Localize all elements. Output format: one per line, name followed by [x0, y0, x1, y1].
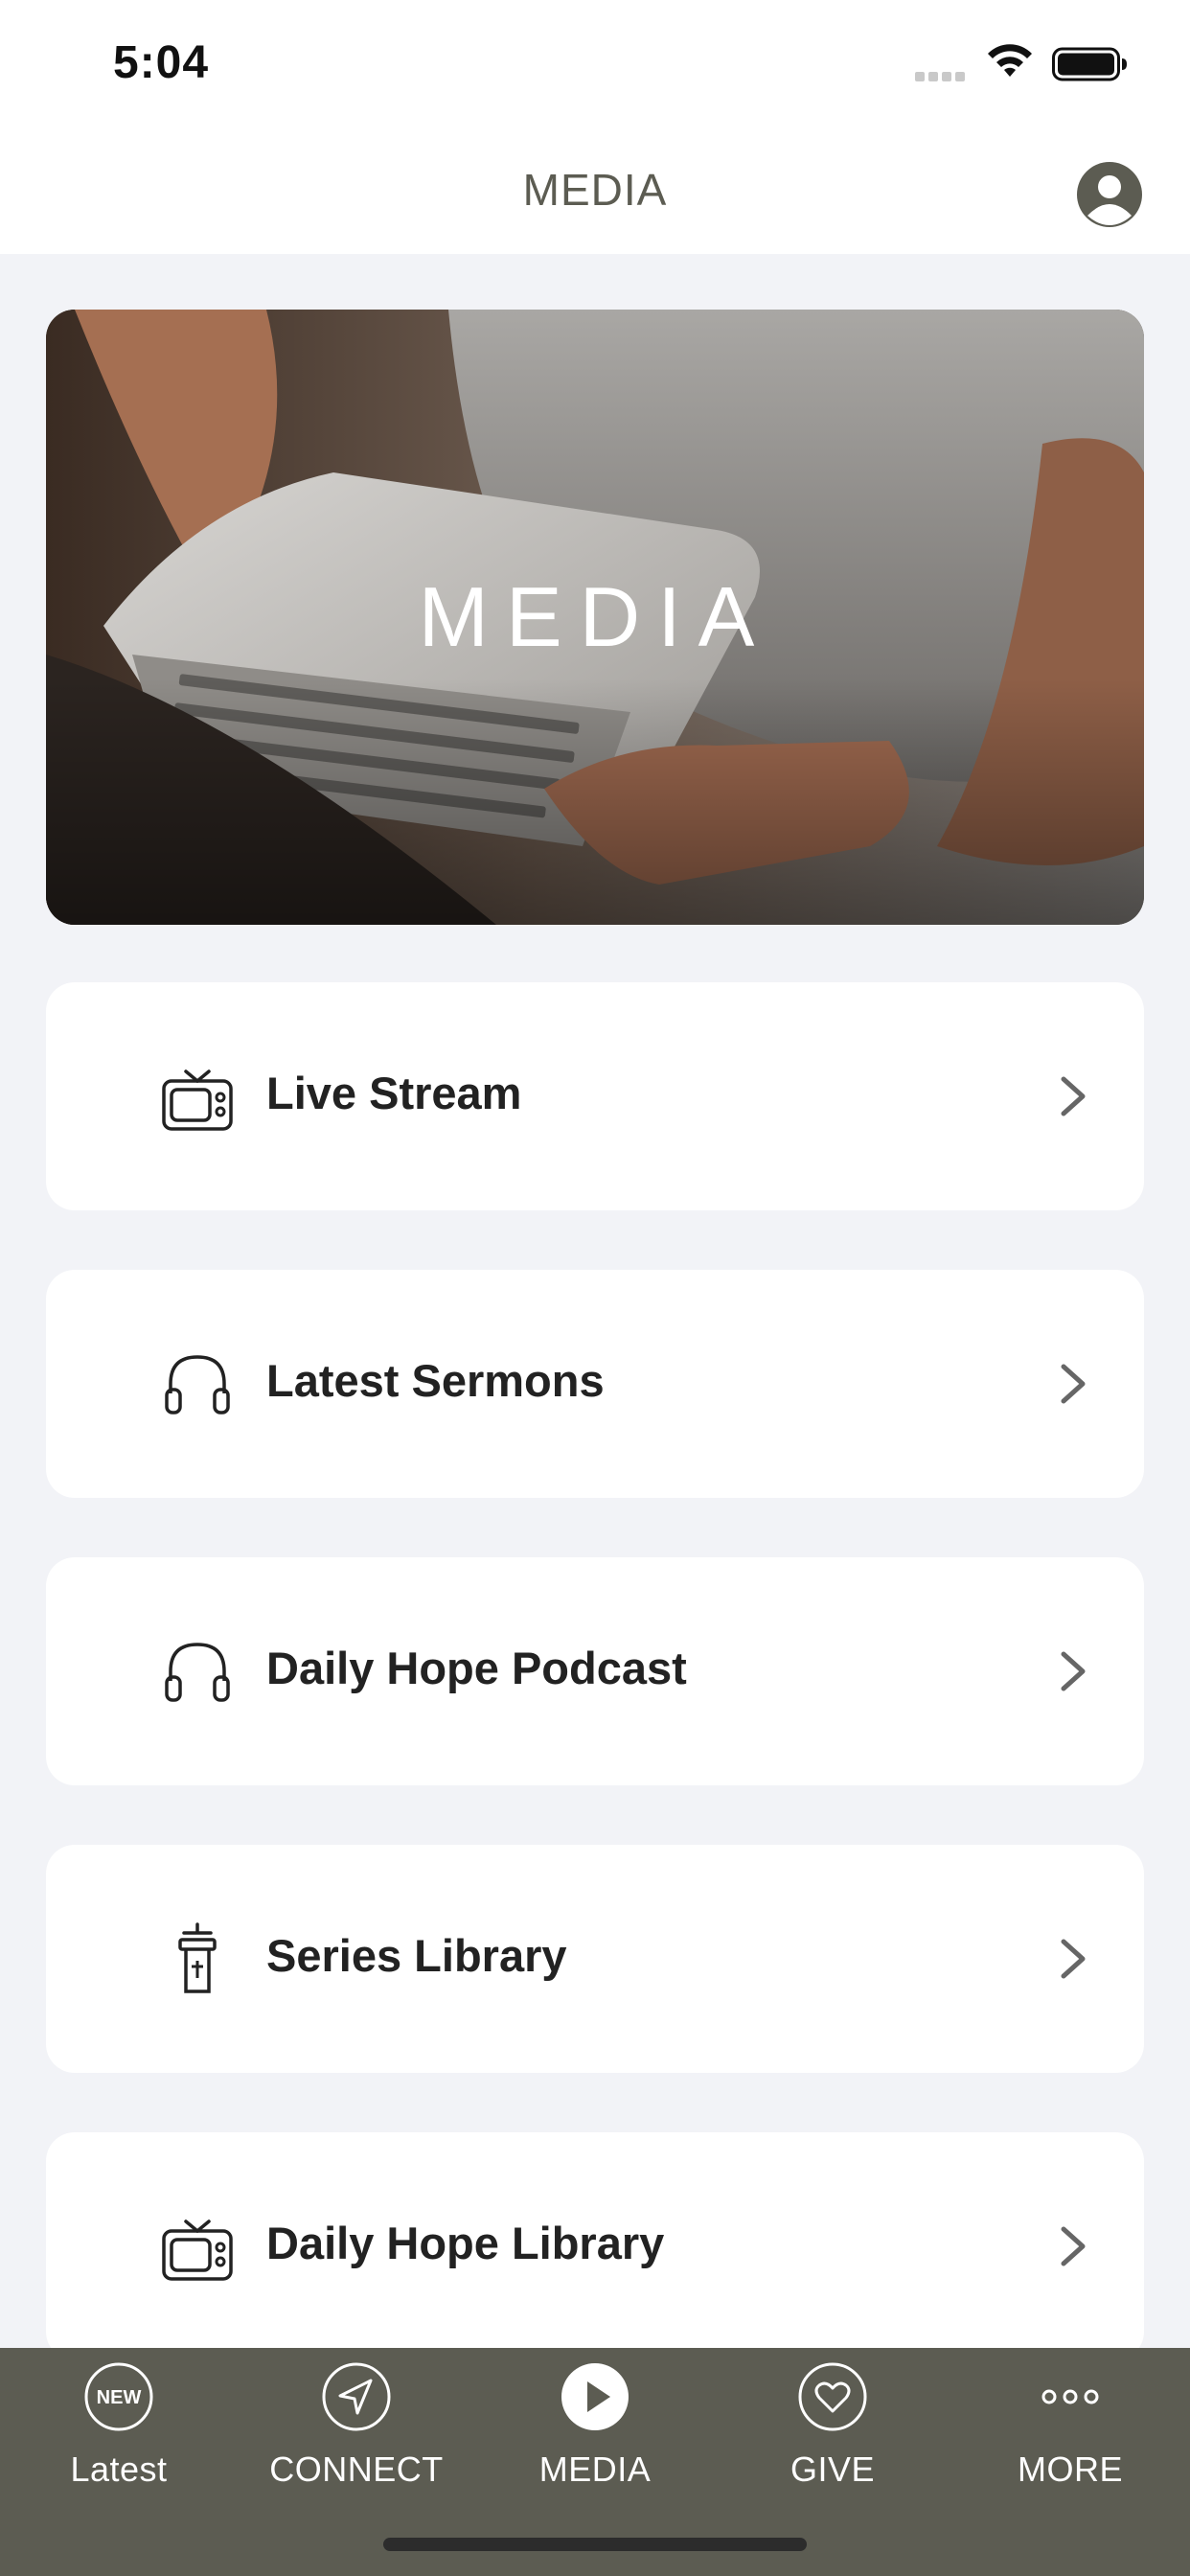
menu-item-latest-sermons[interactable]: Latest Sermons [46, 1270, 1144, 1498]
profile-icon[interactable] [1075, 160, 1144, 229]
new-badge-icon: NEW [84, 2362, 153, 2431]
chevron-right-icon [1061, 2226, 1086, 2266]
headphones-icon [165, 1643, 230, 1702]
menu-item-series-library[interactable]: Series Library [46, 1845, 1144, 2073]
tv-icon [162, 1070, 233, 1131]
menu-item-daily-hope-podcast[interactable]: Daily Hope Podcast [46, 1557, 1144, 1785]
menu-item-label: Live Stream [266, 1068, 522, 1118]
hero-title: MEDIA [418, 569, 772, 664]
chevron-right-icon [1061, 1651, 1086, 1691]
battery-icon [1052, 47, 1127, 81]
new-badge-text: NEW [97, 2387, 142, 2408]
tv-icon [162, 2220, 233, 2281]
tab-label: CONNECT [269, 2450, 444, 2489]
tab-media[interactable]: MEDIA [476, 2348, 714, 2540]
menu-item-live-stream[interactable]: Live Stream [46, 982, 1144, 1210]
menu-item-label: Daily Hope Podcast [266, 1643, 687, 1693]
status-time: 5:04 [113, 37, 210, 88]
chevron-right-icon [1061, 1076, 1086, 1116]
menu-item-daily-hope-library[interactable]: Daily Hope Library [46, 2132, 1144, 2360]
menu-item-label: Latest Sermons [266, 1355, 605, 1406]
play-icon [561, 2363, 629, 2430]
heart-icon [798, 2362, 867, 2431]
hero-banner[interactable]: MEDIA [46, 310, 1144, 925]
tab-label: MORE [1018, 2450, 1123, 2489]
nav-header: MEDIA [0, 129, 1190, 254]
tab-label: MEDIA [538, 2450, 652, 2489]
tab-connect[interactable]: CONNECT [238, 2348, 475, 2540]
more-dots-icon [1041, 2389, 1099, 2404]
tab-label: GIVE [790, 2450, 876, 2489]
signal-icon [915, 69, 969, 86]
chevron-right-icon [1061, 1939, 1086, 1979]
home-indicator[interactable] [383, 2538, 807, 2551]
wifi-icon [988, 44, 1032, 77]
menu-item-label: Series Library [266, 1930, 567, 1981]
menu-item-label: Daily Hope Library [266, 2218, 665, 2268]
chevron-right-icon [1061, 1364, 1086, 1404]
page-title: MEDIA [522, 165, 668, 215]
headphones-icon [165, 1355, 230, 1414]
navigation-arrow-icon [322, 2362, 391, 2431]
pulpit-icon [178, 1922, 217, 1993]
tab-more[interactable]: MORE [951, 2348, 1189, 2540]
tab-label: Latest [70, 2450, 168, 2489]
tab-give[interactable]: GIVE [714, 2348, 951, 2540]
tab-latest[interactable]: NEW Latest [0, 2348, 238, 2540]
status-bar: 5:04 [0, 0, 1190, 129]
